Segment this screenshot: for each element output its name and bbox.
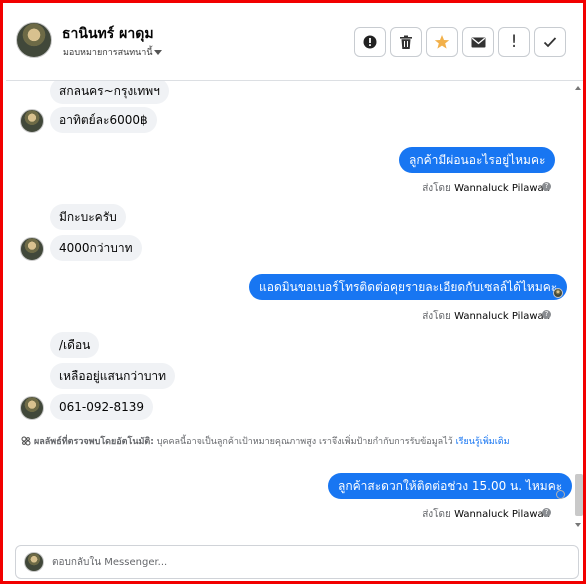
contact-name[interactable]: ธานินทร์ ผาดุม <box>62 25 154 43</box>
sent-by-label: ส่งโดย Wannaluck Pilawan <box>422 509 550 520</box>
outgoing-message: ลูกค้าสะดวกให้ติดต่อช่วง 15.00 น. ไหมคะ <box>328 473 573 499</box>
contact-avatar[interactable] <box>20 237 44 261</box>
conversation-header: ธานินทร์ ผาดุม มอบหมายการสนทนานี้ ! <box>6 6 583 81</box>
scroll-up-icon[interactable] <box>575 86 581 90</box>
exclamation-icon: ! <box>510 31 518 52</box>
screenshot-frame: ธานินทร์ ผาดุม มอบหมายการสนทนานี้ ! สกลน… <box>0 0 586 584</box>
contact-avatar[interactable] <box>20 396 44 420</box>
incoming-message: อาทิตย์ละ6000฿ <box>50 107 157 133</box>
reply-input[interactable]: ตอบกลับใน Messenger... <box>52 555 167 570</box>
check-icon <box>543 37 557 48</box>
contact-avatar[interactable] <box>20 109 44 133</box>
incoming-message: 4000กว่าบาท <box>50 235 142 261</box>
message-thread[interactable]: สกลนคร~กรุงเทพฯ อาทิตย์ละ6000฿ ลูกค้ามีผ… <box>6 81 583 535</box>
trash-icon <box>400 35 412 49</box>
incoming-message: เหลืออยู่แสนกว่าบาท <box>50 363 176 389</box>
thread-scrollbar[interactable] <box>574 82 583 534</box>
envelope-icon <box>471 37 485 47</box>
incoming-message: มีกะบะครับ <box>50 204 126 230</box>
alert-circle-icon <box>363 35 377 49</box>
help-icon[interactable]: ? <box>542 182 551 191</box>
mark-spam-button[interactable]: ! <box>498 27 530 57</box>
mark-unread-button[interactable] <box>462 27 494 57</box>
scroll-down-icon[interactable] <box>575 523 581 527</box>
report-button[interactable] <box>354 27 386 57</box>
reply-input-box[interactable]: ตอบกลับใน Messenger... <box>15 545 579 579</box>
assign-conversation-link[interactable]: มอบหมายการสนทนานี้ <box>63 46 153 60</box>
chevron-down-icon[interactable] <box>154 50 162 55</box>
read-receipt-avatar <box>553 288 563 298</box>
delete-button[interactable] <box>390 27 422 57</box>
help-icon[interactable]: ? <box>542 310 551 319</box>
auto-detected-notice: ผลลัพธ์ที่ตรวจพบโดยอัตโนมัติ: บุคคลนี้อา… <box>34 437 510 447</box>
scroll-thumb[interactable] <box>575 474 583 516</box>
sent-by-label: ส่งโดย Wannaluck Pilawan <box>422 311 550 322</box>
incoming-message: 061-092-8139 <box>50 394 154 420</box>
page-avatar <box>24 552 44 572</box>
help-icon[interactable]: ? <box>542 508 551 517</box>
star-button[interactable] <box>426 27 458 57</box>
star-icon <box>434 35 450 49</box>
outgoing-message: แอดมินขอเบอร์โทรติดต่อคุยรายละเอียดกับเซ… <box>249 274 568 300</box>
incoming-message: สกลนคร~กรุงเทพฯ <box>50 81 169 104</box>
seen-indicator-icon <box>556 490 565 499</box>
contact-avatar[interactable] <box>16 22 52 58</box>
incoming-message: /เดือน <box>50 332 100 358</box>
sent-by-label: ส่งโดย Wannaluck Pilawan <box>422 183 550 194</box>
mark-done-button[interactable] <box>534 27 566 57</box>
learn-more-link[interactable]: เรียนรู้เพิ่มเติม <box>456 437 510 447</box>
outgoing-message: ลูกค้ามีผ่อนอะไรอยู่ไหมคะ <box>399 147 556 173</box>
